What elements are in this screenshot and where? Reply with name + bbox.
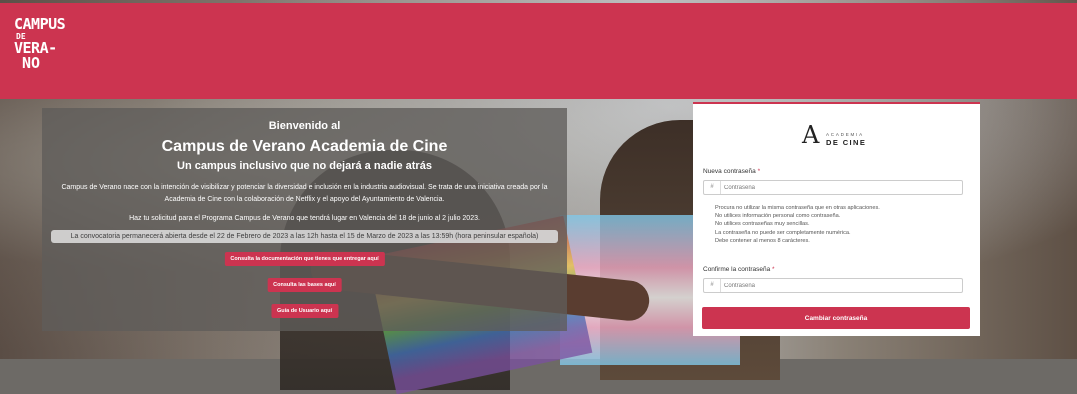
- password-rule: La contraseña no puede ser completamente…: [715, 229, 851, 236]
- password-rule: Debe contener al menos 8 carácteres.: [715, 237, 810, 244]
- header-bar: CAMPUS DE VERA- NO: [0, 3, 1077, 99]
- confirm-password-field: #: [703, 278, 963, 293]
- description-text: Campus de Verano nace con la intención d…: [61, 184, 548, 203]
- apply-text: Haz tu solicitud para el Programa Campus…: [129, 215, 480, 222]
- password-form-card: A ACADEMIA DE CINE Nueva contraseña * # …: [693, 102, 980, 336]
- confirm-password-label-text: Confirme la contraseña: [703, 266, 771, 273]
- new-password-label: Nueva contraseña *: [703, 168, 760, 175]
- required-marker: *: [757, 168, 761, 175]
- campus-logo[interactable]: CAMPUS DE VERA- NO: [14, 15, 66, 72]
- new-password-input[interactable]: [724, 181, 954, 194]
- academia-logo-mark: A: [802, 121, 820, 149]
- info-panel: Bienvenido al Campus de Verano Academia …: [42, 108, 567, 331]
- password-rules: Procura no utilizar la misma contraseña …: [715, 204, 880, 245]
- page-title: Campus de Verano Academia de Cine: [161, 138, 448, 155]
- logo-line: NO: [22, 54, 41, 72]
- password-rule: Procura no utilizar la misma contraseña …: [715, 205, 880, 211]
- academia-logo-big: DE CINE: [826, 138, 867, 147]
- documentation-button[interactable]: Consulta la documentación que tienes que…: [224, 252, 385, 266]
- academia-logo-small: ACADEMIA: [826, 132, 864, 137]
- hash-icon: #: [704, 181, 721, 194]
- new-password-label-text: Nueva contraseña: [703, 168, 756, 175]
- new-password-field: #: [703, 180, 963, 195]
- page-subtitle: Un campus inclusivo que no dejará a nadi…: [177, 160, 432, 172]
- rules-button[interactable]: Consulta las bases aquí: [267, 278, 342, 292]
- welcome-text: Bienvenido al: [268, 120, 341, 132]
- user-guide-button[interactable]: Guía de Usuario aquí: [270, 304, 339, 318]
- password-rule: No utilices información personal como co…: [715, 213, 841, 220]
- academia-logo: A ACADEMIA DE CINE: [802, 123, 872, 155]
- confirm-password-label: Confirme la contraseña *: [703, 266, 775, 273]
- hash-icon: #: [704, 279, 721, 292]
- password-rule: No utilices contraseñas muy sencillas.: [715, 221, 810, 228]
- confirm-password-input[interactable]: [724, 279, 954, 292]
- deadline-notice: La convocatoria permanecerá abierta desd…: [51, 230, 558, 243]
- required-marker: *: [772, 266, 775, 273]
- change-password-button[interactable]: Cambiar contraseña: [702, 307, 970, 329]
- logo-line: CAMPUS: [14, 15, 66, 33]
